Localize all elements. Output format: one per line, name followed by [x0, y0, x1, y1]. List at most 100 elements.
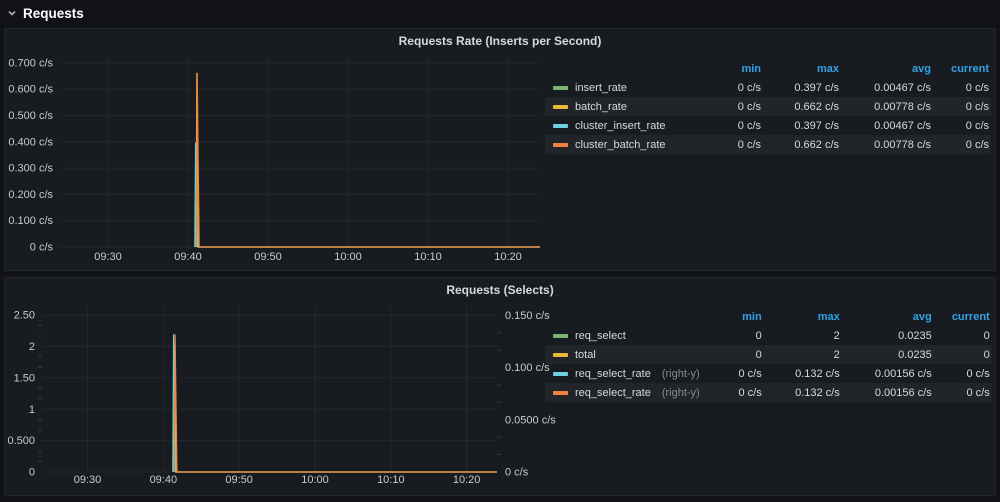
legend-value-avg: 0.00778 c/s [841, 135, 933, 154]
legend-series-swatch [553, 143, 568, 147]
legend-value-avg: 0.00467 c/s [841, 78, 933, 97]
legend-value-min: 0 c/s [701, 135, 763, 154]
legend-series-name[interactable]: req_select [545, 326, 702, 345]
legend-value-avg: 0.00467 c/s [841, 116, 933, 135]
legend-col-avg[interactable]: avg [841, 59, 933, 78]
legend-value-current: 0 c/s [934, 383, 992, 402]
y-axis-tick-label: 0.500 c/s [8, 110, 53, 122]
series-label[interactable]: req_select_rate [575, 387, 651, 399]
panel-title[interactable]: Requests (Selects) [5, 283, 995, 297]
x-axis-tick-label: 10:00 [301, 474, 329, 486]
legend-header-spacer [545, 307, 702, 326]
y-axis-tick-label: 2.50 [14, 310, 35, 322]
y-axis-tick-label: 0.200 c/s [8, 189, 53, 201]
series-line-req_select_rate [174, 334, 497, 472]
legend-value-current: 0 c/s [934, 364, 992, 383]
series-label[interactable]: insert_rate [575, 82, 627, 94]
x-axis-tick-label: 09:40 [150, 474, 178, 486]
y-axis-tick-label: 0.600 c/s [8, 84, 53, 96]
series-label[interactable]: req_select_rate [575, 368, 651, 380]
legend-value-avg: 0.0235 [842, 326, 934, 345]
x-axis-tick-label: 09:50 [225, 474, 253, 486]
section-title: Requests [23, 6, 84, 21]
legend-table: minmaxavgcurrentreq_select020.02350total… [545, 307, 991, 402]
legend-col-current[interactable]: current [934, 307, 992, 326]
legend-value-max: 0.397 c/s [763, 78, 841, 97]
legend-series-name[interactable]: total [545, 345, 702, 364]
legend-value-min: 0 c/s [701, 97, 763, 116]
legend-value-max: 0.132 c/s [764, 364, 842, 383]
legend-header-spacer [545, 59, 701, 78]
legend-value-min: 0 c/s [701, 116, 763, 135]
legend-series-swatch [553, 86, 568, 90]
series-axis-suffix: (right-y) [662, 387, 700, 399]
x-axis-tick-label: 10:20 [494, 251, 522, 263]
legend-col-max[interactable]: max [764, 307, 842, 326]
legend-value-current: 0 c/s [933, 135, 991, 154]
y-axis-tick-label: 0.400 c/s [8, 136, 53, 148]
legend-value-min: 0 c/s [702, 364, 764, 383]
legend-series-name[interactable]: batch_rate [545, 97, 701, 116]
x-axis-tick-label: 09:30 [74, 474, 102, 486]
x-axis-tick-label: 10:20 [453, 474, 481, 486]
legend-series-name[interactable]: req_select_rate (right-y) [545, 383, 702, 402]
y-axis-tick-label: 1.50 [14, 372, 35, 384]
x-axis-tick-label: 09:50 [254, 251, 282, 263]
legend-series-swatch [553, 124, 568, 128]
x-axis-tick-label: 10:00 [334, 251, 362, 263]
panel-title[interactable]: Requests Rate (Inserts per Second) [5, 34, 995, 48]
legend-series-name[interactable]: cluster_batch_rate [545, 135, 701, 154]
legend-value-min: 0 c/s [702, 383, 764, 402]
legend-value-max: 0.132 c/s [764, 383, 842, 402]
series-label[interactable]: total [575, 349, 596, 361]
legend-value-min: 0 c/s [701, 78, 763, 97]
legend-series-name[interactable]: cluster_insert_rate [545, 116, 701, 135]
legend-series-swatch [553, 391, 568, 395]
series-line-req_select_rate [173, 334, 497, 472]
series-axis-suffix: (right-y) [662, 368, 700, 380]
x-axis-tick-label: 10:10 [414, 251, 442, 263]
legend-series-name[interactable]: req_select_rate (right-y) [545, 364, 702, 383]
legend-value-current: 0 c/s [933, 78, 991, 97]
series-label[interactable]: batch_rate [575, 101, 627, 113]
legend-value-max: 0.662 c/s [763, 97, 841, 116]
series-label[interactable]: cluster_insert_rate [575, 120, 666, 132]
legend-value-avg: 0.0235 [842, 345, 934, 364]
legend-value-max: 0.397 c/s [763, 116, 841, 135]
legend-value-current: 0 c/s [933, 97, 991, 116]
legend-series-swatch [553, 353, 568, 357]
legend-value-avg: 0.00778 c/s [841, 97, 933, 116]
time-series-chart: 09:3009:4009:5010:0010:1010:200 c/s0.100… [5, 53, 555, 268]
legend-col-avg[interactable]: avg [842, 307, 934, 326]
legend-value-min: 0 [702, 326, 764, 345]
y-axis-tick-label: 0.500 [7, 435, 35, 447]
y-axis-tick-label: 0.100 c/s [8, 215, 53, 227]
series-label[interactable]: req_select [575, 330, 626, 342]
right-y-axis-tick-label: 0.150 c/s [505, 310, 550, 322]
time-series-chart: 09:30 09:40 09:50 10:00 10:10 10:20 0 0.500 1 1.5… [5, 302, 565, 494]
legend-series-name[interactable]: insert_rate [545, 78, 701, 97]
right-y-axis-tick-label: 0.0500 c/s [505, 414, 556, 426]
legend-series-swatch [553, 372, 568, 376]
y-axis-tick-label: 2 [29, 341, 35, 353]
y-axis-tick-label: 0.300 c/s [8, 163, 53, 175]
legend-col-current[interactable]: current [933, 59, 991, 78]
legend-value-current: 0 c/s [933, 116, 991, 135]
legend-col-min[interactable]: min [702, 307, 764, 326]
x-axis-tick-label: 10:10 [377, 474, 405, 486]
x-axis-tick-label: 09:40 [174, 251, 202, 263]
x-axis-tick-label: 09:30 [94, 251, 122, 263]
right-y-axis-tick-label: 0 c/s [505, 467, 529, 479]
legend-series-swatch [553, 105, 568, 109]
y-axis-tick-label: 0.700 c/s [8, 57, 53, 69]
y-axis-tick-label: 0 [29, 467, 35, 479]
right-y-axis-tick-label: 0.100 c/s [505, 362, 550, 374]
legend-col-max[interactable]: max [763, 59, 841, 78]
chevron-down-icon [7, 8, 17, 18]
legend-col-min[interactable]: min [701, 59, 763, 78]
legend-table: minmaxavgcurrentinsert_rate0 c/s0.397 c/… [545, 59, 991, 154]
section-header-requests[interactable]: Requests [0, 0, 1000, 26]
series-label[interactable]: cluster_batch_rate [575, 139, 666, 151]
legend-value-max: 0.662 c/s [763, 135, 841, 154]
y-axis-tick-label: 1 [29, 404, 35, 416]
